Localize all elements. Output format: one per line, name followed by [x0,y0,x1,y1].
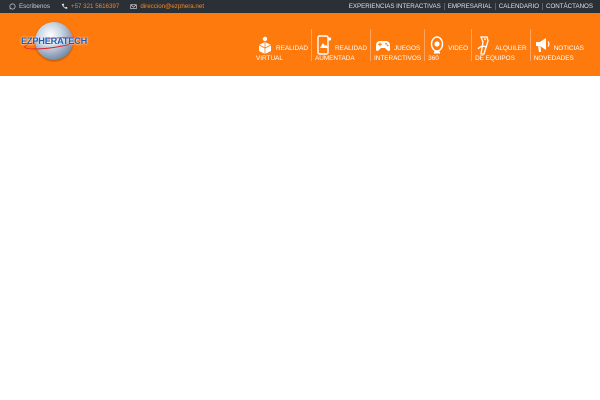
vr-cube-icon [258,36,272,54]
site-logo[interactable]: EZPHERATECH [21,21,88,63]
main-nav: REALIDAD VIRTUAL REALIDAD AUMENTADA JUEG… [253,29,587,77]
whatsapp-contact-link[interactable]: Escríbenos [9,0,50,13]
nav-label-line2: NOVEDADES [533,55,574,62]
nav-label-line1: NOTICIAS [553,45,584,52]
mail-icon [130,4,137,9]
megaphone-icon [535,38,550,52]
nav-label-line2: 360 [428,55,439,62]
camera-360-icon [430,36,444,54]
logo-text: EZPHERATECH [21,36,88,46]
nav-label-line1: REALIDAD [276,45,308,52]
vr-controller-icon [477,36,489,55]
phone-contact-label: +57 321 5616397 [70,3,120,10]
top-link-empresarial[interactable]: EMPRESARIAL [445,0,495,13]
top-bar: Escríbenos +57 321 5616397 direccion@ezp… [0,0,600,13]
top-link-contactanos[interactable]: CONTÁCTANOS [543,0,596,13]
nav-item-realidad-aumentada[interactable]: REALIDAD AUMENTADA [312,29,370,77]
nav-item-realidad-virtual[interactable]: REALIDAD VIRTUAL [253,29,311,77]
nav-label-line2: VIRTUAL [256,55,283,62]
nav-label-line1: REALIDAD [334,45,367,52]
top-contacts: Escríbenos +57 321 5616397 direccion@ezp… [9,0,215,13]
nav-label-line1: JUEGOS [393,45,421,52]
top-links: EXPERIENCIAS INTERACTIVAS EMPRESARIAL CA… [346,0,596,13]
nav-label-line1: VIDEO [448,45,469,52]
top-link-calendario[interactable]: CALENDARIO [496,0,542,13]
gamepad-icon [375,41,390,51]
phone-contact-link[interactable]: +57 321 5616397 [61,0,119,13]
nav-item-noticias-novedades[interactable]: NOTICIAS NOVEDADES [531,29,587,77]
nav-label-line2: AUMENTADA [314,55,355,62]
ar-phone-icon [317,35,332,55]
page-content [0,76,600,400]
phone-icon [61,3,68,9]
nav-item-juegos-interactivos[interactable]: JUEGOS INTERACTIVOS [371,29,424,77]
whatsapp-contact-label: Escríbenos [19,3,50,10]
whatsapp-icon [9,3,16,10]
top-link-experiencias[interactable]: EXPERIENCIAS INTERACTIVAS [346,0,444,13]
nav-item-alquiler-equipos[interactable]: ALQUILER DE EQUIPOS [472,29,530,77]
nav-label-line1: ALQUILER [495,45,527,52]
nav-item-video-360[interactable]: VIDEO 360 [425,29,471,77]
nav-label-line2: INTERACTIVOS [373,55,422,62]
nav-label-line2: DE EQUIPOS [475,55,515,62]
main-header: EZPHERATECH REALIDAD VIRTUAL REALIDAD AU… [0,13,600,76]
email-contact-label: direccion@ezphera.net [140,3,205,10]
email-contact-link[interactable]: direccion@ezphera.net [130,0,204,13]
